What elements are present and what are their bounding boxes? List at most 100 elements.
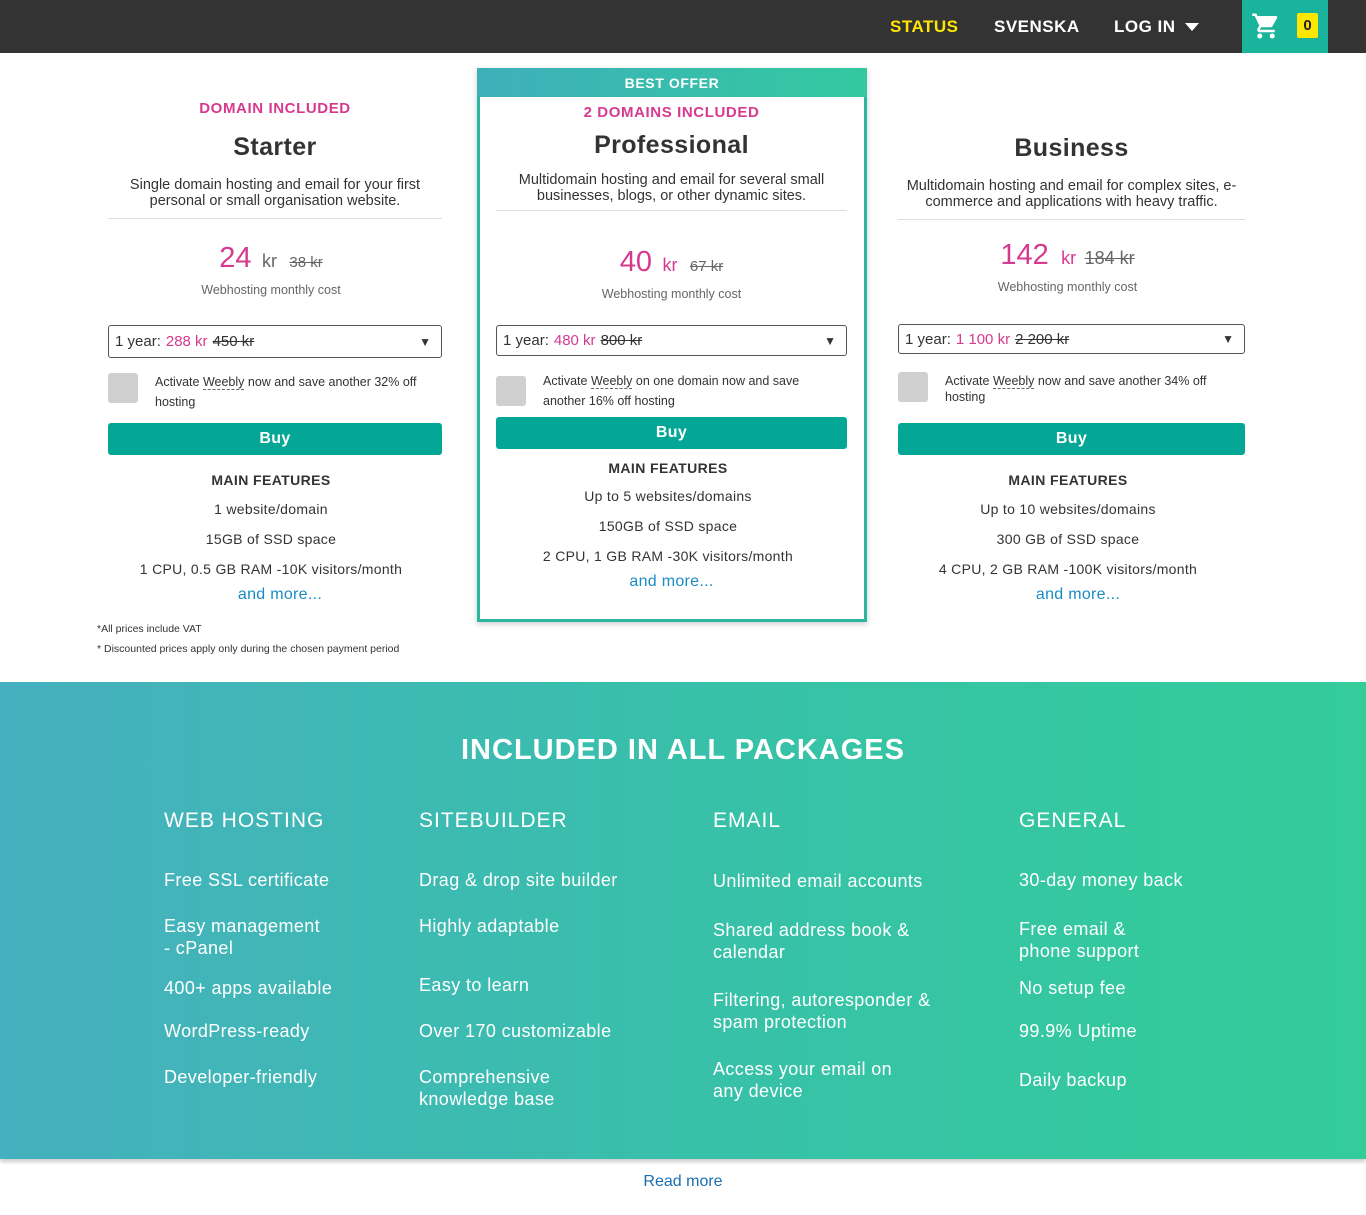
price-caption: Webhosting monthly cost — [997, 280, 1138, 294]
price-unit: kr — [662, 255, 678, 275]
weebly-checkbox-starter[interactable] — [108, 373, 138, 403]
nav-status-link[interactable]: STATUS — [890, 0, 958, 53]
list-item: Over 170 customizable — [419, 1021, 612, 1041]
list-item: Free SSL certificate — [164, 870, 330, 890]
select-price: 288 kr — [165, 333, 208, 350]
list-item: Free email & phone support — [1019, 919, 1140, 961]
price-caption: Webhosting monthly cost — [601, 287, 742, 301]
list-item: Shared address book & calendar — [713, 920, 910, 962]
plan-starter-price: 24 kr 38 kr Webhosting monthly cost — [108, 242, 434, 297]
plan-tag: 2 DOMAINS INCLUDED — [583, 104, 760, 121]
buy-button-professional[interactable]: Buy — [496, 417, 847, 449]
price-old: 184 kr — [1084, 248, 1135, 268]
weebly-checkbox-business[interactable] — [898, 372, 928, 402]
and-more-link-starter[interactable]: and more... — [118, 586, 442, 604]
plan-professional-header: 2 DOMAINS INCLUDED Professional Multidom… — [496, 104, 847, 211]
divider — [108, 218, 442, 219]
nav-login-label: LOG IN — [1114, 16, 1176, 36]
select-price: 480 kr — [553, 332, 596, 349]
list-item: Drag & drop site builder — [419, 870, 618, 890]
dropdown-arrow-icon: ▼ — [419, 334, 431, 349]
feature-item: 15GB of SSD space — [205, 531, 337, 547]
plan-business-price: 142 kr 184 kr Webhosting monthly cost — [890, 239, 1245, 294]
list-item: 400+ apps available — [164, 978, 333, 998]
nav-language-link[interactable]: SVENSKA — [994, 0, 1080, 53]
list-item: Daily backup — [1019, 1070, 1127, 1090]
feature-item: 1 CPU, 0.5 GB RAM -10K visitors/month — [139, 561, 403, 577]
feature-item: 4 CPU, 2 GB RAM -100K visitors/month — [938, 561, 1198, 577]
list-item: No setup fee — [1019, 978, 1126, 998]
plan-name: Professional — [594, 131, 749, 159]
select-old-price: 800 kr — [600, 332, 643, 349]
list-item: Developer-friendly — [164, 1067, 318, 1087]
feature-item: Up to 10 websites/domains — [980, 501, 1156, 517]
select-old-price: 2 200 kr — [1015, 330, 1070, 348]
column-title-sitebuilder: SITEBUILDER — [419, 809, 568, 832]
plan-tag — [898, 100, 1245, 118]
divider — [496, 210, 847, 211]
feature-item: 1 website/domain — [214, 501, 328, 517]
column-title-email: EMAIL — [713, 809, 782, 832]
list-item: Highly adaptable — [419, 916, 560, 936]
and-more-link-business[interactable]: and more... — [908, 586, 1248, 604]
top-navigation-bar: STATUS SVENSKA LOG IN 0 — [0, 0, 1366, 53]
billing-period-select-professional[interactable]: 1 year: 480 kr 800 kr ▼ — [496, 325, 847, 356]
read-more-link[interactable]: Read more — [0, 1173, 1366, 1191]
price-old: 38 kr — [289, 254, 323, 271]
plan-description: Multidomain hosting and email for severa… — [518, 172, 825, 204]
features-title: MAIN FEATURES — [1008, 472, 1128, 488]
billing-period-select-starter[interactable]: 1 year: 288 kr 450 kr ▼ — [108, 325, 442, 358]
list-item: Unlimited email accounts — [713, 871, 923, 891]
chevron-down-icon — [1184, 22, 1199, 31]
vat-note: *All prices include VAT — [97, 623, 202, 635]
price-caption: Webhosting monthly cost — [201, 283, 341, 297]
plan-starter-header: DOMAIN INCLUDED Starter Single domain ho… — [108, 100, 442, 219]
dropdown-arrow-icon: ▼ — [1222, 332, 1234, 346]
plan-tag: DOMAIN INCLUDED — [199, 100, 351, 117]
plan-description: Multidomain hosting and email for comple… — [906, 178, 1237, 210]
billing-period-select-business[interactable]: 1 year: 1 100 kr 2 200 kr ▼ — [898, 324, 1245, 354]
feature-item: Up to 5 websites/domains — [584, 488, 752, 504]
included-all-packages-section: INCLUDED IN ALL PACKAGES WEB HOSTING Fre… — [0, 682, 1366, 1159]
plan-business-header: Business Multidomain hosting and email f… — [898, 100, 1245, 220]
nav-login-dropdown[interactable]: LOG IN — [1114, 0, 1199, 53]
select-price: 1 100 kr — [955, 330, 1011, 348]
weebly-offer-label: Activate Weebly now and save another 32%… — [155, 375, 417, 409]
list-item: Easy to learn — [419, 975, 530, 995]
feature-item: 2 CPU, 1 GB RAM -30K visitors/month — [542, 548, 794, 564]
discount-note: * Discounted prices apply only during th… — [97, 643, 400, 655]
price-value: 142 — [1000, 239, 1049, 271]
column-title-web-hosting: WEB HOSTING — [164, 809, 325, 832]
select-old-price: 450 kr — [212, 333, 255, 350]
dropdown-arrow-icon: ▼ — [824, 333, 836, 348]
feature-item: 300 GB of SSD space — [996, 531, 1140, 547]
weebly-link[interactable]: Weebly — [590, 374, 633, 389]
buy-button-business[interactable]: Buy — [898, 423, 1245, 455]
and-more-link-professional[interactable]: and more... — [496, 573, 847, 591]
select-prefix: 1 year: — [905, 330, 951, 348]
plan-professional-price: 40 kr 67 kr Webhosting monthly cost — [496, 246, 847, 301]
features-title: MAIN FEATURES — [211, 472, 331, 488]
select-prefix: 1 year: — [503, 332, 549, 349]
buy-button-starter[interactable]: Buy — [108, 423, 442, 455]
list-item: Filtering, autoresponder & spam protecti… — [713, 990, 931, 1032]
divider — [898, 219, 1245, 220]
weebly-link[interactable]: Weebly — [992, 374, 1035, 389]
section-title: INCLUDED IN ALL PACKAGES — [461, 734, 905, 766]
price-value: 40 — [619, 246, 652, 278]
weebly-offer-label: Activate Weebly on one domain now and sa… — [543, 374, 800, 408]
price-unit: kr — [261, 251, 277, 271]
price-unit: kr — [1061, 248, 1077, 268]
list-item: 99.9% Uptime — [1019, 1021, 1137, 1041]
shopping-cart-icon — [1252, 13, 1278, 39]
weebly-offer-label: Activate Weebly now and save another 34%… — [945, 374, 1207, 404]
plan-description: Single domain hosting and email for your… — [129, 177, 421, 209]
list-item: WordPress-ready — [164, 1021, 310, 1041]
list-item: Comprehensive knowledge base — [419, 1067, 555, 1109]
weebly-link[interactable]: Weebly — [202, 375, 245, 390]
list-item: 30-day money back — [1019, 870, 1183, 890]
best-offer-badge: BEST OFFER — [477, 68, 867, 97]
plan-name: Business — [1014, 134, 1129, 162]
weebly-checkbox-professional[interactable] — [496, 376, 526, 406]
feature-item: 150GB of SSD space — [598, 518, 738, 534]
